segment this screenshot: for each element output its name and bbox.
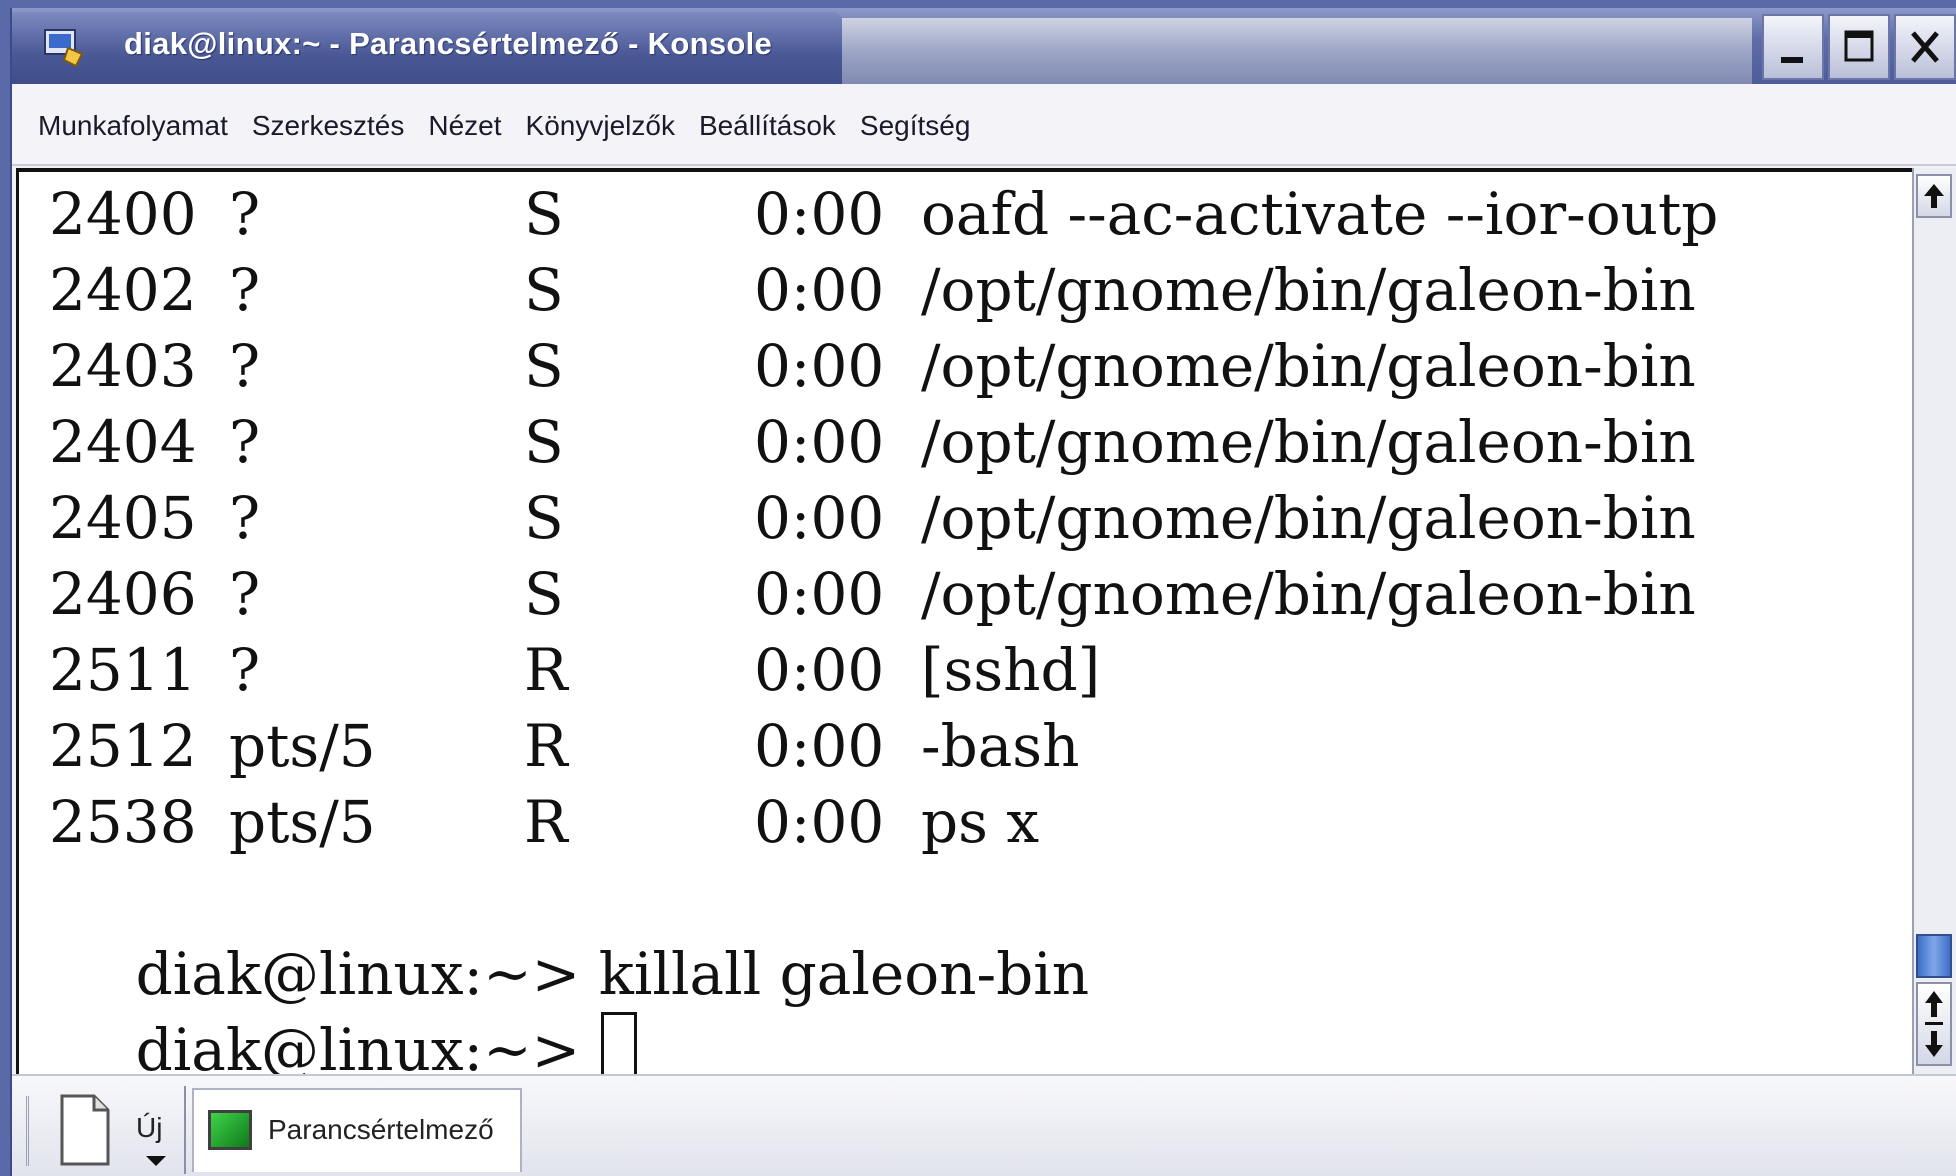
window-title: diak@linux:~ - Parancsértelmező - Konsol… — [124, 26, 773, 61]
konsole-icon[interactable] — [42, 24, 86, 68]
process-row: 2538 pts/5 R 0:00 ps x — [19, 784, 1039, 860]
process-row: 2403 ? S 0:00 /opt/gnome/bin/galeon-bin — [19, 328, 1696, 404]
process-tty: ? — [229, 256, 261, 324]
process-tty: pts/5 — [229, 788, 376, 856]
process-row: 2406 ? S 0:00 /opt/gnome/bin/galeon-bin — [19, 556, 1696, 632]
process-time: 0:00 — [754, 408, 885, 476]
process-row: 2404 ? S 0:00 /opt/gnome/bin/galeon-bin — [19, 404, 1696, 480]
process-time: 0:00 — [754, 560, 885, 628]
menu-item-konyvjelzok[interactable]: Könyvjelzők — [526, 106, 675, 142]
process-time: 0:00 — [754, 788, 885, 856]
chevron-down-icon — [146, 1156, 166, 1166]
process-row: 2511 ? R 0:00 [sshd] — [19, 632, 1100, 708]
terminal-icon — [208, 1110, 252, 1150]
tab-session-shell[interactable]: Parancsértelmező — [192, 1088, 522, 1172]
process-pid: 2402 — [49, 256, 197, 324]
process-row: 2405 ? S 0:00 /opt/gnome/bin/galeon-bin — [19, 480, 1696, 556]
new-document-icon — [60, 1094, 110, 1166]
process-pid: 2405 — [49, 484, 197, 552]
process-stat: S — [524, 332, 564, 400]
process-pid: 2404 — [49, 408, 197, 476]
up-down-arrows-icon — [1925, 991, 1943, 1057]
scroll-step-buttons[interactable] — [1916, 982, 1952, 1066]
process-command: -bash — [921, 712, 1080, 780]
process-pid: 2511 — [49, 636, 197, 704]
process-tty: ? — [229, 332, 261, 400]
title-bar-fill — [842, 18, 1752, 84]
process-stat: S — [524, 560, 564, 628]
process-pid: 2400 — [49, 180, 197, 248]
session-tab-label: Parancsértelmező — [268, 1114, 494, 1145]
process-time: 0:00 — [754, 332, 885, 400]
prompt-line: diak@linux:~> killall galeon-bin — [25, 860, 1090, 1008]
process-tty: pts/5 — [229, 712, 376, 780]
process-command: /opt/gnome/bin/galeon-bin — [921, 560, 1696, 628]
text-cursor — [600, 1012, 637, 1074]
process-row: 2400 ? S 0:00 oafd --ac-activate --ior-o… — [19, 176, 1718, 252]
session-tab-bar: Új Parancsértelmező — [12, 1074, 1956, 1176]
process-pid: 2512 — [49, 712, 197, 780]
process-stat: R — [524, 788, 568, 856]
process-tty: ? — [229, 560, 261, 628]
maximize-button[interactable] — [1828, 14, 1890, 80]
process-tty: ? — [229, 408, 261, 476]
process-time: 0:00 — [754, 484, 885, 552]
menu-bar: Munkafolyamat Szerkesztés Nézet Könyvjel… — [12, 84, 1956, 166]
process-tty: ? — [229, 636, 261, 704]
menu-item-beallitasok[interactable]: Beállítások — [699, 106, 836, 142]
process-time: 0:00 — [754, 180, 885, 248]
process-time: 0:00 — [754, 256, 885, 324]
process-time: 0:00 — [754, 712, 885, 780]
process-row: 2402 ? S 0:00 /opt/gnome/bin/galeon-bin — [19, 252, 1696, 328]
window-controls — [1758, 14, 1956, 84]
process-time: 0:00 — [754, 636, 885, 704]
process-pid: 2538 — [49, 788, 197, 856]
process-command: /opt/gnome/bin/galeon-bin — [921, 408, 1696, 476]
process-stat: S — [524, 408, 564, 476]
process-pid: 2406 — [49, 560, 197, 628]
tab-separator — [184, 1086, 192, 1174]
process-command: /opt/gnome/bin/galeon-bin — [921, 484, 1696, 552]
menu-item-segitseg[interactable]: Segítség — [860, 106, 971, 142]
prompt-line: diak@linux:~> — [25, 936, 637, 1074]
process-command: /opt/gnome/bin/galeon-bin — [921, 332, 1696, 400]
terminal-output[interactable]: 2400 ? S 0:00 oafd --ac-activate --ior-o… — [16, 168, 1912, 1074]
process-command: [sshd] — [921, 636, 1101, 704]
process-command: oafd --ac-activate --ior-outp — [921, 180, 1719, 248]
menu-item-szerkesztes[interactable]: Szerkesztés — [252, 106, 405, 142]
minimize-button[interactable] — [1762, 14, 1824, 80]
process-command: /opt/gnome/bin/galeon-bin — [921, 256, 1696, 324]
konsole-window: diak@linux:~ - Parancsértelmező - Konsol… — [10, 8, 1956, 1176]
toolbar-grip[interactable] — [26, 1096, 39, 1166]
process-stat: R — [524, 712, 568, 780]
maximize-icon — [1844, 30, 1874, 62]
minimize-icon — [1781, 57, 1803, 63]
vertical-scrollbar[interactable] — [1912, 168, 1956, 1074]
new-session-button[interactable]: Új — [48, 1090, 178, 1172]
title-bar[interactable]: diak@linux:~ - Parancsértelmező - Konsol… — [12, 8, 1956, 84]
menu-item-nezet[interactable]: Nézet — [428, 106, 501, 142]
prompt-text: diak@linux:~> — [135, 1016, 599, 1074]
close-icon — [1911, 31, 1939, 63]
process-pid: 2403 — [49, 332, 197, 400]
scrollbar-thumb[interactable] — [1916, 934, 1952, 978]
arrow-up-icon — [1924, 184, 1944, 208]
scroll-up-button[interactable] — [1916, 174, 1952, 218]
process-tty: ? — [229, 180, 261, 248]
process-tty: ? — [229, 484, 261, 552]
process-stat: S — [524, 484, 564, 552]
process-stat: R — [524, 636, 568, 704]
process-stat: S — [524, 256, 564, 324]
menu-item-munkafolyamat[interactable]: Munkafolyamat — [38, 106, 228, 142]
close-button[interactable] — [1894, 14, 1956, 80]
process-row: 2512 pts/5 R 0:00 -bash — [19, 708, 1079, 784]
process-command: ps x — [921, 788, 1040, 856]
process-stat: S — [524, 180, 564, 248]
new-session-label: Új — [136, 1112, 163, 1143]
